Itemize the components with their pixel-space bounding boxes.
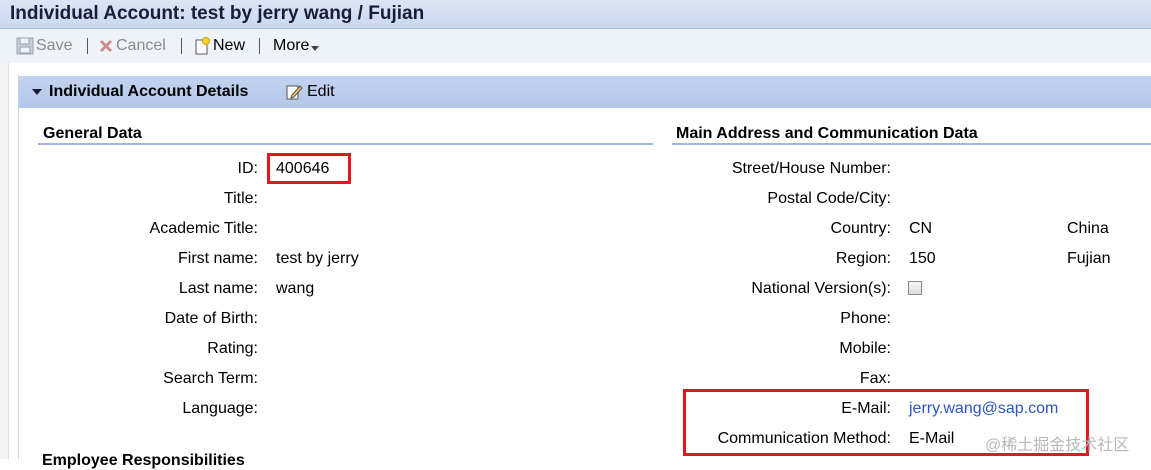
general-data-rule (38, 143, 653, 145)
cancel-button[interactable]: Cancel (98, 37, 166, 55)
field-label-academic-title: Academic Title: (149, 220, 258, 237)
left-strip (0, 63, 9, 459)
save-button[interactable]: Save (16, 37, 72, 55)
field-label-national-version: National Version(s): (751, 280, 891, 297)
field-label-region: Region: (835, 250, 891, 267)
toolbar-separator (87, 38, 88, 54)
employee-responsibilities-heading: Employee Responsibilities (42, 452, 245, 469)
new-document-icon (195, 37, 210, 55)
edit-icon (286, 85, 303, 100)
region-name-value: Fujian (1067, 250, 1111, 267)
country-code-value: CN (909, 220, 933, 237)
id-highlight-box (267, 153, 351, 184)
cancel-label: Cancel (116, 37, 166, 54)
field-label-title: Title: (223, 190, 258, 207)
new-button[interactable]: New (193, 37, 245, 55)
close-icon (99, 39, 113, 53)
national-version-checkbox[interactable] (908, 281, 922, 295)
field-label-fax: Fax: (859, 370, 891, 387)
field-label-id: ID: (237, 160, 258, 177)
field-label-first-name: First name: (177, 250, 258, 267)
last-name-value: wang (276, 280, 315, 297)
toolbar-separator (259, 38, 260, 54)
field-label-phone: Phone: (840, 310, 891, 327)
more-label: More (273, 37, 310, 54)
field-label-rating: Rating: (207, 340, 258, 357)
field-label-country: Country: (830, 220, 891, 237)
panel-header: Individual Account Details Edit (19, 76, 1151, 108)
field-label-mobile: Mobile: (839, 340, 891, 357)
window-title-bar: Individual Account: test by jerry wang /… (0, 0, 1151, 29)
first-name-value: test by jerry (276, 250, 359, 267)
address-rule (672, 143, 1151, 145)
save-icon (16, 37, 34, 55)
field-label-search-term: Search Term: (163, 370, 258, 387)
save-label: Save (36, 37, 73, 54)
country-name-value: China (1067, 220, 1109, 237)
edit-label: Edit (307, 83, 335, 100)
window-title: Individual Account: test by jerry wang /… (10, 3, 425, 24)
general-data-heading: General Data (43, 125, 142, 142)
more-menu-button[interactable]: More (273, 37, 320, 55)
toolbar: Save Cancel New More (0, 29, 1151, 63)
field-label-date-of-birth: Date of Birth: (164, 310, 258, 327)
toolbar-separator (181, 38, 182, 54)
region-code-value: 150 (909, 250, 936, 267)
panel-title: Individual Account Details (49, 83, 249, 100)
field-label-street: Street/House Number: (731, 160, 891, 177)
collapse-triangle-icon[interactable] (32, 89, 42, 95)
new-label: New (213, 37, 246, 54)
chevron-down-icon (311, 46, 320, 51)
field-label-language: Language: (182, 400, 258, 417)
edit-button[interactable]: Edit (285, 83, 335, 101)
field-label-postal-code: Postal Code/City: (767, 190, 891, 207)
field-label-last-name: Last name: (178, 280, 258, 297)
watermark: @稀土掘金技术社区 (985, 437, 1130, 454)
address-heading: Main Address and Communication Data (676, 125, 978, 142)
